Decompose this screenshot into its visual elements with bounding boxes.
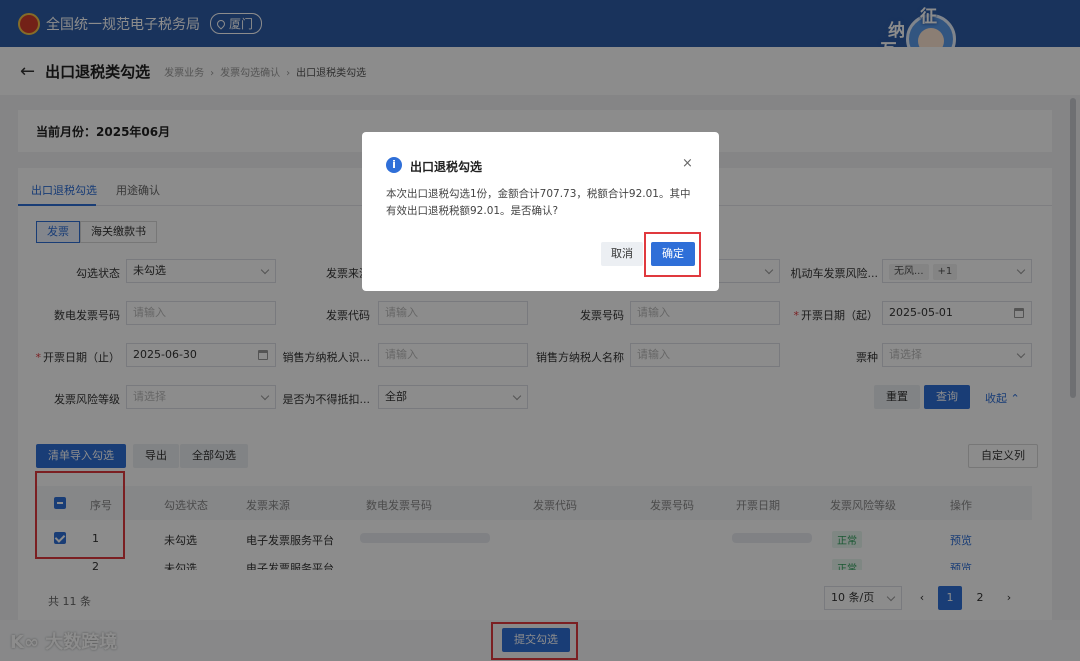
confirm-dialog: i 出口退税勾选 × 本次出口退税勾选1份，金额合计707.73，税额合计92.… (362, 132, 719, 291)
close-icon[interactable]: × (682, 156, 693, 171)
modal-overlay[interactable] (0, 0, 1080, 661)
cancel-button[interactable]: 取消 (601, 242, 643, 266)
dialog-title: 出口退税勾选 (410, 160, 483, 174)
dialog-message: 本次出口退税勾选1份，金额合计707.73，税额合计92.01。其中有效出口退税… (386, 188, 691, 217)
info-icon: i (386, 157, 402, 173)
confirm-highlight (644, 232, 701, 277)
